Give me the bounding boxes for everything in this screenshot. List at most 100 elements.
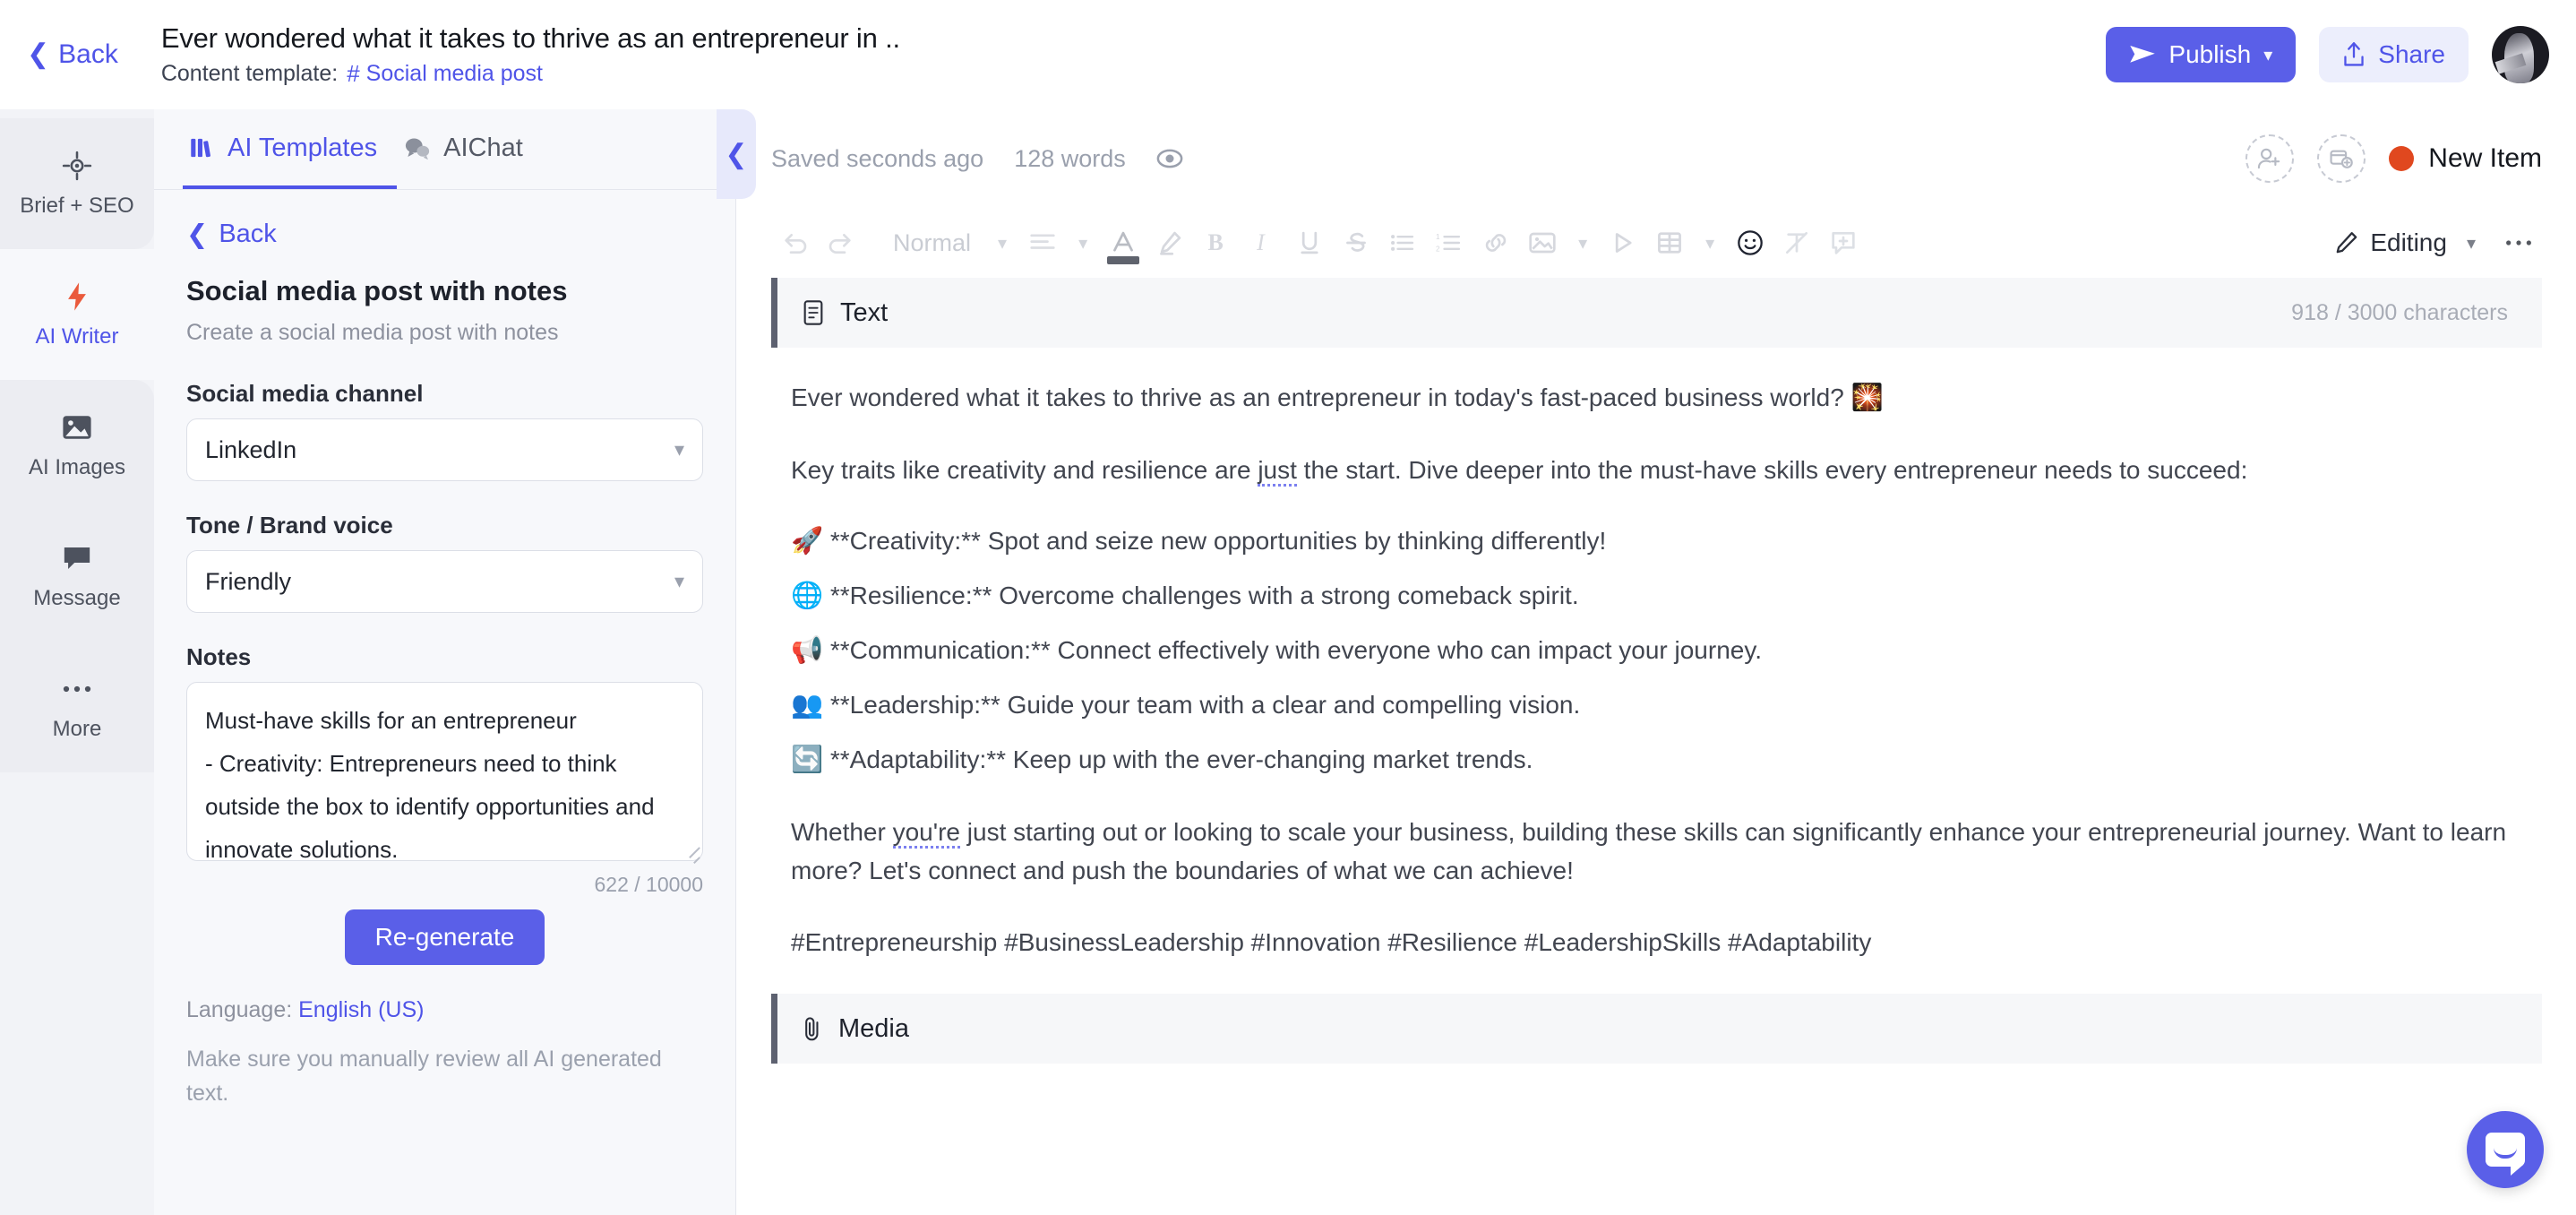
avatar[interactable] [2492, 26, 2549, 83]
back-button[interactable]: ❮ Back [27, 39, 118, 70]
table-chevron-down-icon[interactable]: ▾ [1693, 232, 1727, 254]
social-media-channel-select[interactable]: LinkedIn ▾ [186, 418, 703, 481]
list-item: 🔄 **Adaptability:** Keep up with the eve… [791, 740, 2522, 780]
section-title: Text [840, 297, 889, 327]
paragraph-closing-b: just starting out or looking to scale yo… [791, 818, 2507, 885]
italic-icon[interactable]: I [1240, 220, 1286, 266]
list-item: 📢 **Communication:** Connect effectively… [791, 631, 2522, 671]
chevron-down-icon: ▾ [2263, 45, 2273, 65]
sidebar-item-ai-images[interactable]: AI Images [0, 380, 154, 511]
image-chevron-down-icon[interactable]: ▾ [1566, 232, 1600, 254]
page-title: Ever wondered what it takes to thrive as… [160, 22, 900, 54]
preview-eye-icon[interactable] [1156, 149, 1183, 168]
paperclip-icon [803, 1015, 822, 1042]
table-icon[interactable] [1646, 220, 1693, 266]
intercom-chat-button[interactable] [2467, 1111, 2544, 1188]
block-style-chevron-down-icon[interactable]: ▾ [985, 232, 1019, 254]
status-badge[interactable]: New Item [2389, 143, 2542, 174]
add-comment-icon[interactable] [1820, 220, 1867, 266]
tone-brand-voice-select[interactable]: Friendly ▾ [186, 550, 703, 613]
channel-label: Social media channel [186, 380, 424, 407]
language-link[interactable]: English (US) [298, 997, 424, 1022]
add-due-date-button[interactable] [2317, 134, 2366, 183]
people-emoji: 👥 [791, 691, 824, 720]
channel-value: LinkedIn [205, 435, 297, 463]
tab-label: AIChat [443, 133, 523, 162]
strikethrough-icon[interactable] [1333, 220, 1379, 266]
sidebar-lower-group: AI Images Message More [0, 380, 154, 772]
section-title-group: Text [803, 298, 888, 328]
video-icon[interactable] [1600, 220, 1646, 266]
section-header-media[interactable]: Media [771, 994, 2542, 1064]
text-color-swatch [1107, 256, 1140, 264]
chevron-down-icon: ▾ [674, 570, 684, 592]
content-template-name: Social media post [365, 60, 543, 86]
redo-icon[interactable] [818, 220, 864, 266]
paragraph-closing: Whether you're just starting out or look… [791, 813, 2522, 891]
svg-text:B: B [1208, 229, 1224, 255]
text-color-icon[interactable] [1100, 220, 1146, 266]
breadcrumb: Content template: # Social media post [161, 60, 900, 88]
editing-mode-chevron-down-icon[interactable]: ▾ [2454, 232, 2488, 254]
svg-text:1: 1 [1436, 233, 1440, 241]
clear-formatting-icon[interactable] [1773, 220, 1820, 266]
section-title-group: Media [803, 1014, 909, 1044]
toolbar-right-group: Editing ▾ [2334, 220, 2542, 266]
status-dot-icon [2389, 146, 2415, 171]
align-icon[interactable] [1019, 220, 1066, 266]
document-body[interactable]: Ever wondered what it takes to thrive as… [737, 348, 2576, 961]
language-prefix: Language: [186, 997, 299, 1022]
content-template-link[interactable]: # Social media post [347, 60, 543, 88]
link-icon[interactable] [1473, 220, 1519, 266]
sidebar-item-message[interactable]: Message [0, 511, 154, 642]
insert-image-icon[interactable] [1519, 220, 1566, 266]
ai-disclaimer: Make sure you manually review all AI gen… [186, 1047, 662, 1106]
section-header-text[interactable]: Text 918 / 3000 characters [771, 278, 2542, 348]
svg-text:2: 2 [1436, 246, 1440, 254]
highlighter-icon[interactable] [1146, 220, 1193, 266]
paragraph-intro-text: Ever wondered what it takes to thrive as… [791, 383, 1851, 411]
undo-icon[interactable] [771, 220, 818, 266]
image-icon [62, 410, 92, 444]
notes-input[interactable] [186, 682, 703, 861]
document-scroll-area[interactable]: Text 918 / 3000 characters Ever wondered… [737, 278, 2576, 1215]
section-title: Media [838, 1013, 909, 1043]
tab-label: AI Templates [228, 133, 378, 162]
document-icon [803, 299, 824, 326]
notes-counter: 622 / 10000 [594, 873, 703, 896]
numbered-list-icon[interactable]: 12 [1426, 220, 1473, 266]
pencil-icon [2334, 230, 2359, 255]
regenerate-button[interactable]: Re-generate [344, 909, 545, 965]
editing-mode-button[interactable]: Editing [2334, 228, 2447, 257]
tone-label: Tone / Brand voice [186, 512, 393, 539]
underline-icon[interactable] [1286, 220, 1333, 266]
smile-icon [2494, 1148, 2517, 1159]
sidebar-item-brief-seo[interactable]: Brief + SEO [0, 118, 154, 249]
collapse-panel-button[interactable]: ❮ [717, 109, 756, 199]
sidebar-item-ai-writer[interactable]: AI Writer [0, 249, 154, 380]
sidebar-item-label: AI Images [28, 455, 126, 479]
align-chevron-down-icon[interactable]: ▾ [1066, 232, 1100, 254]
top-bar-actions: Publish ▾ Share [2106, 26, 2549, 83]
tab-ai-templates[interactable]: AI Templates [183, 110, 398, 189]
add-assignee-button[interactable] [2245, 134, 2295, 183]
bold-icon[interactable]: B [1193, 220, 1240, 266]
block-style-select[interactable]: Normal [879, 229, 985, 257]
sidebar-item-more[interactable]: More [0, 642, 154, 772]
publish-button-label: Publish [2168, 40, 2252, 68]
section-character-counter: 918 / 3000 characters [2291, 299, 2508, 325]
paragraph-closing-a: Whether [791, 818, 893, 847]
saved-status: Saved seconds ago [771, 144, 984, 172]
editor-status-actions: New Item [2245, 134, 2542, 183]
panel-back-button[interactable]: ❮ Back [186, 219, 703, 250]
templates-icon [190, 135, 215, 160]
word-count: 128 words [1014, 144, 1126, 172]
chevron-left-icon: ❮ [725, 139, 748, 169]
emoji-icon[interactable] [1727, 220, 1773, 266]
more-options-icon[interactable] [2495, 220, 2542, 266]
chevron-left-icon: ❮ [27, 39, 50, 69]
bulleted-list-icon[interactable] [1379, 220, 1426, 266]
publish-button[interactable]: Publish ▾ [2106, 27, 2297, 82]
tab-aichat[interactable]: AIChat [397, 110, 543, 189]
share-button[interactable]: Share [2319, 27, 2469, 82]
